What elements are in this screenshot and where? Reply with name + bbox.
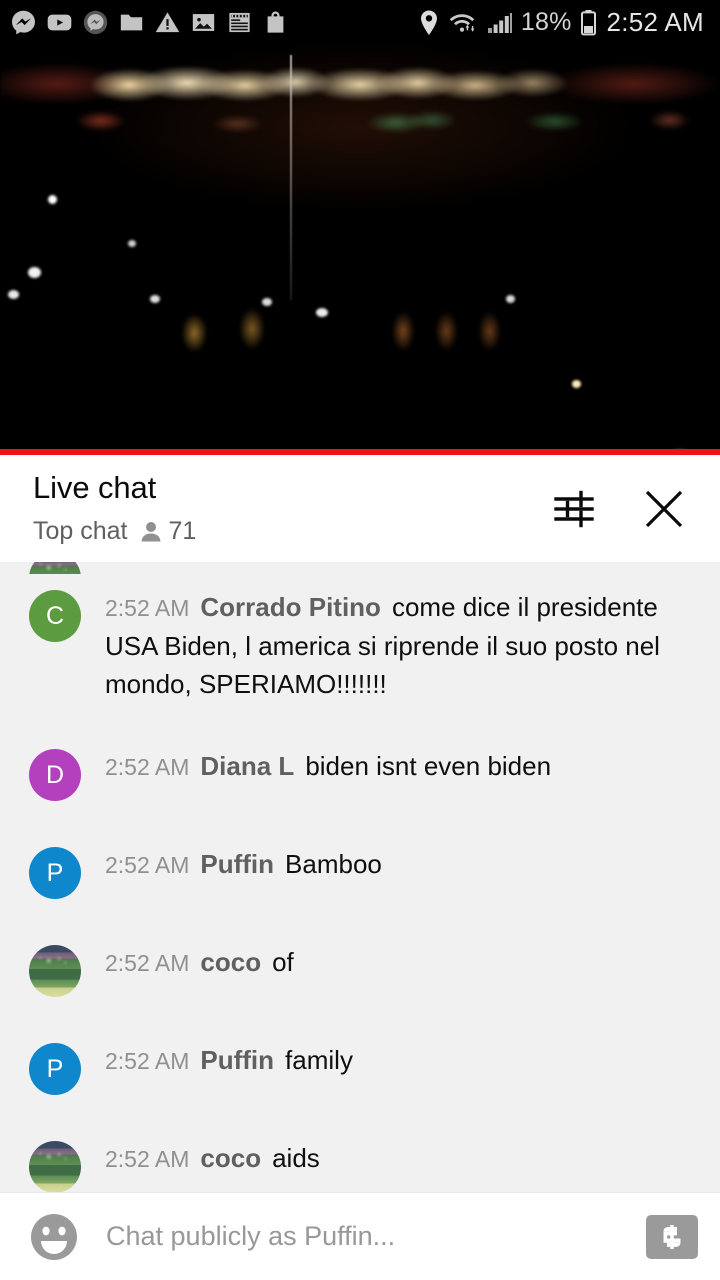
light-dot [28, 267, 41, 278]
message-line: 2:52 AM Diana L biden isnt even biden [105, 747, 551, 786]
close-x-icon [645, 490, 683, 527]
message-author[interactable]: coco [200, 947, 261, 977]
warning-triangle-icon [155, 12, 180, 33]
viewer-count-label: 71 [168, 517, 197, 546]
chat-input[interactable] [106, 1221, 628, 1252]
person-icon [141, 521, 160, 542]
message-body: 2:52 AM coco of [105, 943, 304, 982]
message-text: aids [272, 1143, 320, 1173]
dollar-sign-icon [663, 1224, 681, 1249]
message-text: family [285, 1045, 353, 1075]
clock-label: 2:52 AM [606, 7, 704, 37]
chat-filter-button[interactable] [544, 479, 604, 539]
message-body: 2:52 AM Puffin Bamboo [105, 845, 392, 884]
avatar[interactable]: D [29, 749, 81, 801]
message-timestamp: 2:52 AM [105, 1146, 190, 1172]
table-row[interactable]: 2:52 AM coco aids [0, 1117, 720, 1192]
messenger-m-icon [12, 10, 35, 35]
message-text: biden isnt even biden [305, 751, 552, 781]
table-row[interactable]: D 2:52 AM Diana L biden isnt even biden [0, 725, 720, 823]
avatar[interactable]: C [29, 590, 81, 642]
foreground-lights [0, 300, 720, 360]
light-dot [8, 290, 19, 299]
light-dot [572, 380, 581, 388]
avatar [29, 562, 81, 574]
message-author[interactable]: coco [200, 1143, 261, 1173]
table-row[interactable]: P 2:52 AM Puffin Bamboo [0, 823, 720, 921]
message-line: 2:52 AM coco of [105, 943, 294, 982]
live-chat-title: Live chat [33, 469, 157, 505]
battery-percent-label: 18% [520, 8, 572, 36]
message-body: 2:52 AM Diana L biden isnt even biden [105, 747, 561, 786]
table-row[interactable]: 2:52 AM coco of [0, 921, 720, 1019]
avatar-initial: C [45, 601, 65, 630]
photo-image-icon [192, 14, 215, 31]
chat-message-list[interactable]: C 2:52 AM Corrado Pitino come dice il pres… [0, 562, 720, 1192]
message-text: of [272, 947, 294, 977]
filter-tune-icon [554, 490, 594, 527]
avatar[interactable]: P [29, 847, 81, 899]
status-bar-notification-icons [10, 9, 417, 36]
message-author[interactable]: Puffin [200, 1045, 274, 1075]
emoji-smiley-icon [31, 1213, 77, 1260]
chat-input-bar [0, 1192, 720, 1280]
phone-screen: 18% 2:52 AM Live chat Top chat 71 C 2:52… [0, 0, 720, 1280]
close-chat-button[interactable] [634, 479, 694, 539]
notes-app-icon [229, 12, 250, 33]
message-body: 2:52 AM Corrado Pitino come dice il presid… [105, 588, 696, 703]
message-timestamp: 2:52 AM [105, 950, 190, 976]
battery-icon [580, 9, 596, 35]
avatar[interactable] [29, 1141, 81, 1192]
message-body: 2:52 AM Puffin family [105, 1041, 363, 1080]
antenna-mast [290, 55, 292, 300]
message-line: 2:52 AM Puffin Bamboo [105, 845, 382, 884]
message-author[interactable]: Corrado Pitino [200, 592, 381, 622]
status-bar-system-icons: 18% 2:52 AM [417, 7, 704, 38]
video-player[interactable] [0, 45, 720, 455]
city-lights-band [0, 63, 720, 103]
superchat-button[interactable] [646, 1214, 698, 1259]
message-author[interactable]: Puffin [200, 849, 274, 879]
avatar-initial: P [46, 1054, 64, 1083]
avatar-initial: P [46, 858, 64, 887]
message-timestamp: 2:52 AM [105, 595, 190, 621]
message-text: Bamboo [285, 849, 382, 879]
emoji-picker-button[interactable] [28, 1211, 80, 1263]
chat-mode-label[interactable]: Top chat [33, 517, 128, 546]
live-chat-header-texts: Live chat Top chat 71 [33, 469, 544, 546]
cellular-signal-icon [487, 12, 512, 33]
live-chat-header: Live chat Top chat 71 [0, 455, 720, 562]
shopping-bag-icon [267, 11, 284, 33]
message-timestamp: 2:52 AM [105, 1048, 190, 1074]
status-bar: 18% 2:52 AM [0, 0, 720, 45]
clipped-previous-message [0, 562, 720, 574]
avatar[interactable]: P [29, 1043, 81, 1095]
live-chat-subheader: Top chat 71 [33, 517, 544, 546]
avatar-initial: D [45, 760, 65, 789]
secondary-lights-band [0, 103, 720, 139]
table-row[interactable]: C 2:52 AM Corrado Pitino come dice il pres… [0, 562, 720, 725]
message-timestamp: 2:52 AM [105, 852, 190, 878]
message-line: 2:52 AM Corrado Pitino come dice il presid… [105, 588, 686, 703]
message-timestamp: 2:52 AM [105, 754, 190, 780]
messenger-m-dark-icon [83, 10, 108, 35]
message-body: 2:52 AM coco aids [105, 1139, 330, 1178]
light-dot [128, 240, 136, 247]
message-line: 2:52 AM coco aids [105, 1139, 320, 1178]
wifi-icon [449, 13, 475, 32]
light-dot [48, 195, 57, 204]
message-author[interactable]: Diana L [200, 751, 294, 781]
viewer-count-group: 71 [140, 517, 197, 546]
folder-icon [120, 14, 143, 31]
location-pin-icon [420, 10, 437, 35]
youtube-play-icon [47, 14, 72, 31]
table-row[interactable]: P 2:52 AM Puffin family [0, 1019, 720, 1117]
message-line: 2:52 AM Puffin family [105, 1041, 353, 1080]
avatar[interactable] [29, 945, 81, 997]
